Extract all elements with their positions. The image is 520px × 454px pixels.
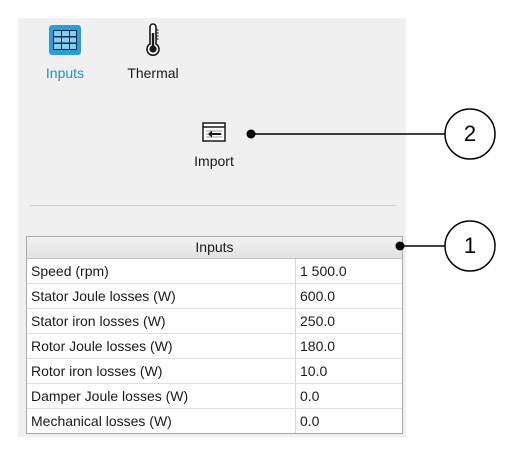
callout-lines xyxy=(246,108,496,272)
callout-number-2: 2 xyxy=(463,121,477,146)
callout-number-1: 1 xyxy=(463,233,477,258)
